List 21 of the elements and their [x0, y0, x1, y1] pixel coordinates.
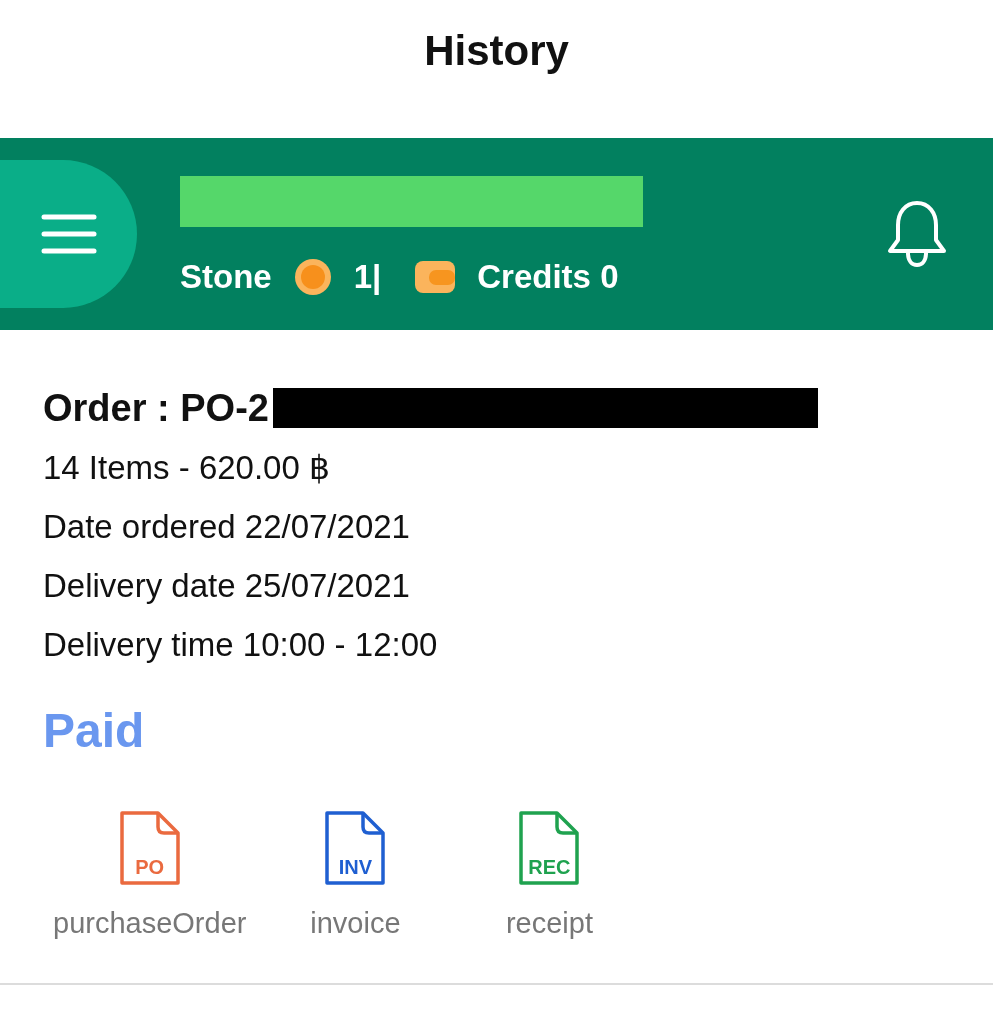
stone-count: 1| — [353, 257, 382, 298]
card-icon — [415, 261, 456, 293]
page-title: History — [424, 26, 569, 76]
order-detail-text: Delivery time 10:00 - 12:00 — [43, 625, 438, 665]
order-detail-text: 14 Items - 620.00 ฿ — [43, 448, 330, 488]
file-type-label: PO — [135, 856, 165, 878]
coin-icon — [293, 258, 332, 296]
file-type-label: REC — [528, 856, 571, 878]
order-title: Order : PO-2 — [43, 386, 269, 431]
menu-button[interactable] — [0, 160, 137, 308]
credits-text: Credits 0 — [477, 257, 619, 298]
stone-label: Stone — [180, 257, 272, 298]
payment-status: Paid — [43, 703, 145, 759]
document-button[interactable]: REC receipt — [464, 810, 635, 941]
notification-bell-icon[interactable] — [887, 200, 947, 268]
document-button[interactable]: PO purchaseOrder — [53, 810, 247, 941]
order-detail-text: Date ordered 22/07/2021 — [43, 507, 410, 547]
menu-icon — [40, 213, 97, 255]
order-detail-text: Delivery date 25/07/2021 — [43, 566, 410, 606]
document-button[interactable]: INV invoice — [270, 810, 441, 941]
file-type-label: INV — [338, 856, 373, 878]
